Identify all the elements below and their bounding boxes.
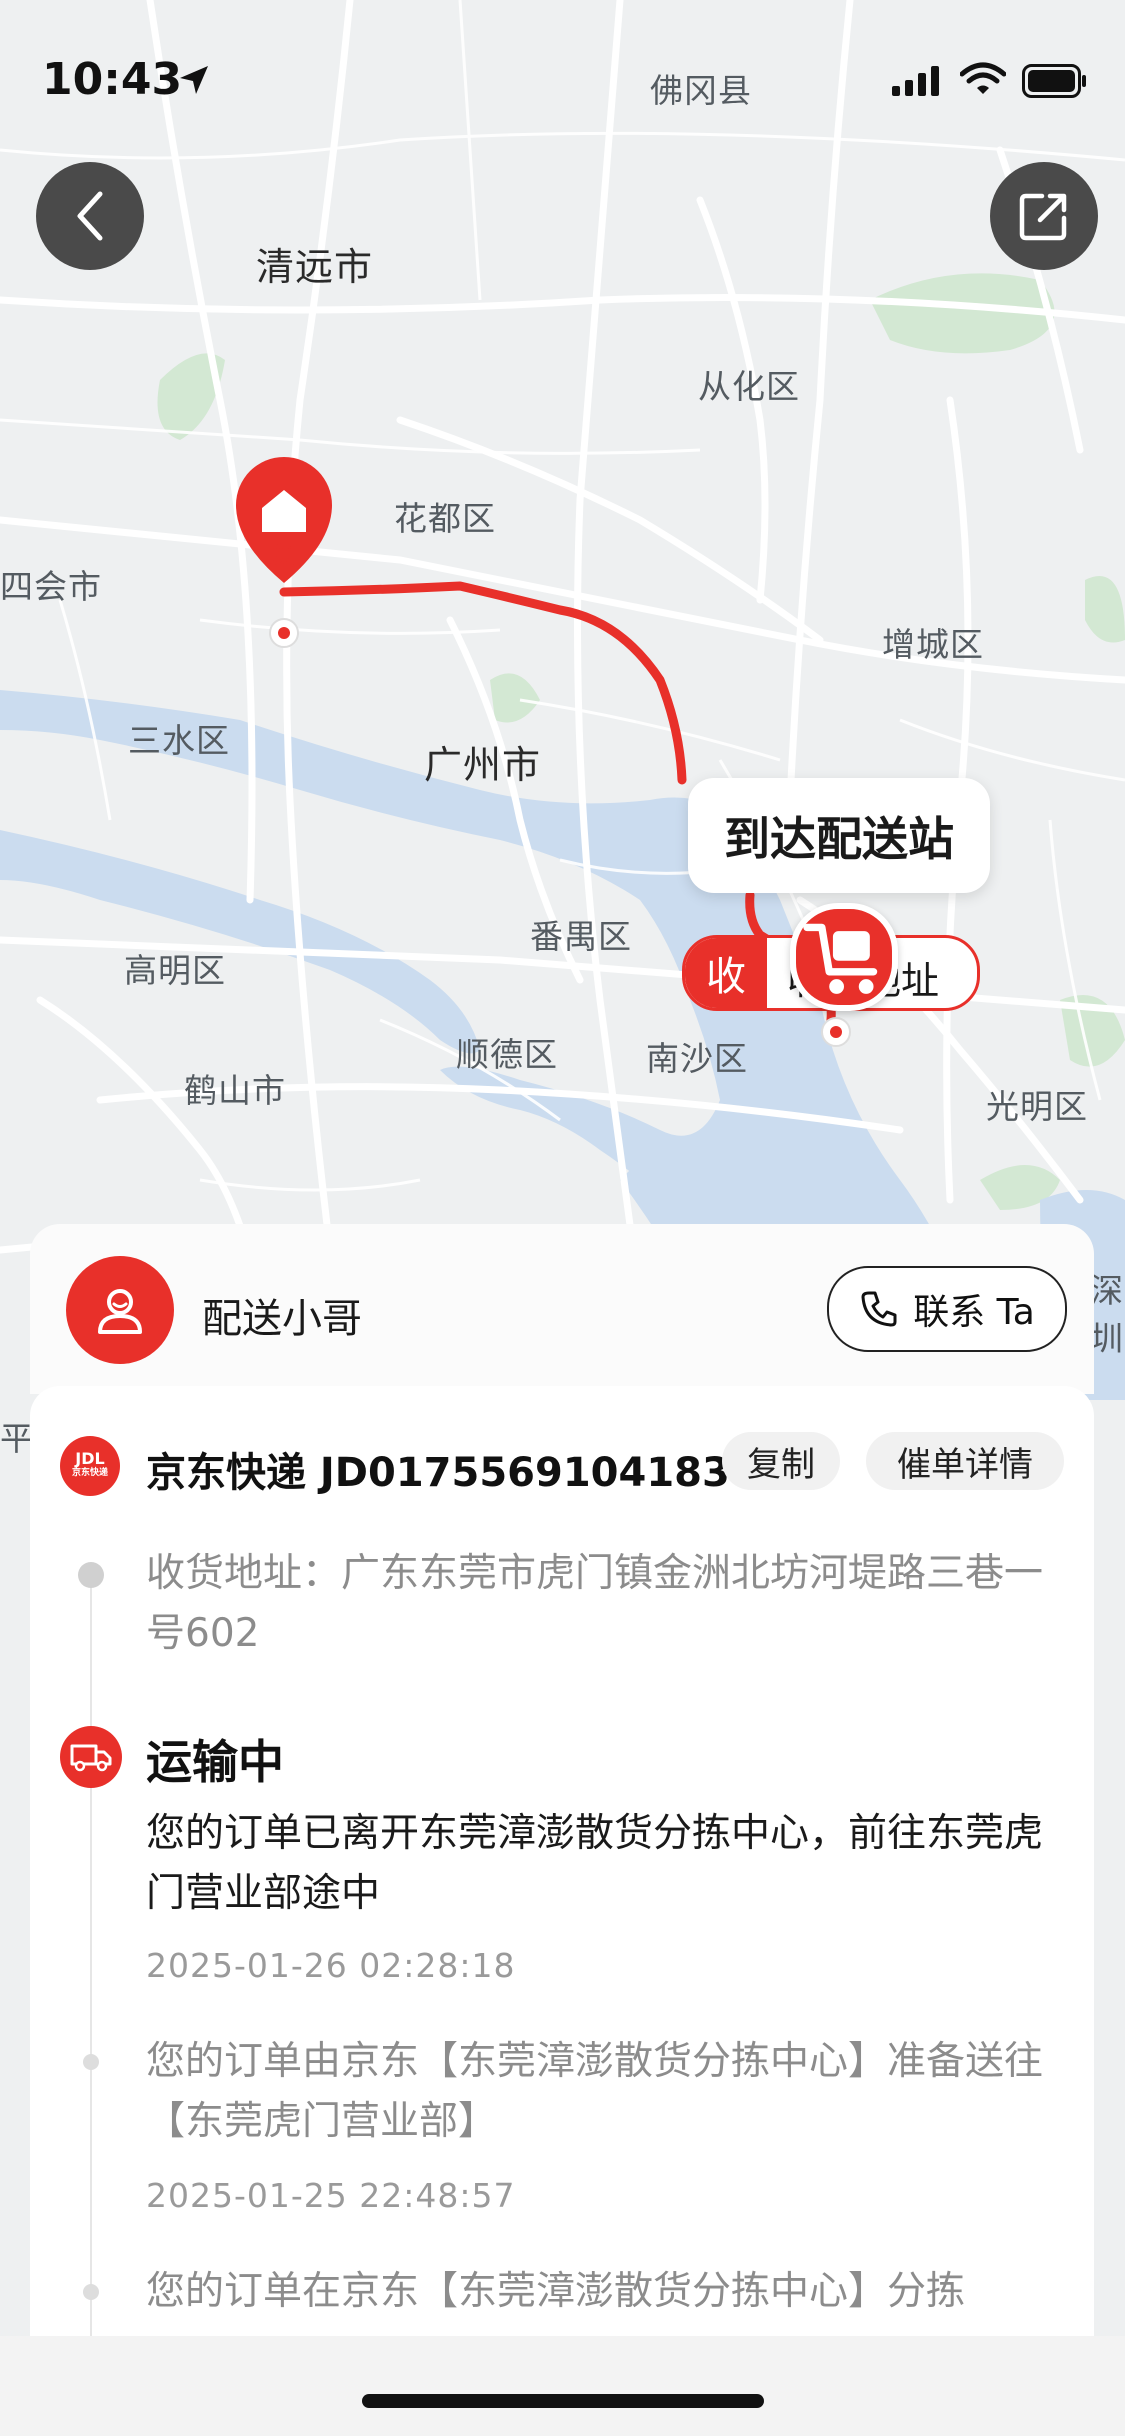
timeline-event-text: 您的订单在京东【东莞漳澎散货分拣中心】分拣 [146,2269,966,2314]
shipment-card: JDL 京东快递 京东快递 JD0175569104183 复制 催单详情 收货… [30,1386,1094,2336]
map-label: 高明区 [124,951,226,990]
map-label: 鹤山市 [184,1071,286,1110]
status-bar: 10:43 [0,0,1125,150]
timeline-event-text: 您的订单已离开东莞漳澎散货分拣中心，前往东莞虎门营业部途中 [146,1811,1044,1916]
carrier-tracking-number: 京东快递 JD0175569104183 [146,1450,730,1496]
battery-icon [1022,64,1086,98]
timeline-dot [78,1562,104,1588]
map-canvas[interactable] [0,0,1125,1400]
timeline-event-text: 您的订单由京东【东莞漳澎散货分拣中心】准备送往【东莞虎门营业部】 [146,2039,1044,2144]
map-label: 三水区 [128,721,230,760]
map-label: 顺德区 [456,1035,558,1074]
wifi-icon [960,62,1006,94]
location-arrow-icon [180,66,208,94]
map-label: 平 [0,1419,34,1458]
contact-courier-button[interactable]: 联系 Ta [827,1266,1067,1352]
contact-courier-label: 联系 Ta [913,1292,1035,1333]
clock: 10:43 [42,54,183,105]
jd-logistics-logo: JDL 京东快递 [60,1436,120,1496]
courier-panel: 配送小哥 联系 Ta [30,1224,1094,1394]
urge-details-button[interactable]: 催单详情 [866,1432,1064,1490]
timeline-dot [83,2054,99,2070]
phone-icon [861,1291,897,1327]
home-bar [0,2336,1125,2436]
timeline-event-time: 2025-01-26 02:28:18 [146,1946,516,1985]
map-label: 番禺区 [530,917,632,956]
map-label: 广州市 [424,743,542,787]
truck-icon [70,1744,112,1772]
back-button[interactable] [36,162,144,270]
courier-title: 配送小哥 [202,1296,362,1342]
map-label: 清远市 [256,245,374,289]
arrival-status-bubble: 到达配送站 [688,778,990,893]
shipment-status: 运输中 [146,1735,284,1789]
courier-person-icon [98,1289,142,1334]
timeline-dot [83,2284,99,2300]
map-label: 增城区 [882,625,984,664]
cellular-signal-icon [892,66,939,96]
map-label: 深圳 [1090,1271,1124,1358]
map-label: 花都区 [394,499,496,538]
share-icon [1019,193,1067,241]
delivery-truck-marker[interactable] [790,903,898,1011]
in-transit-icon [60,1726,122,1788]
origin-marker-label: 发 [270,542,294,570]
receiver-tag: 收 [685,938,767,1008]
map-label: 从化区 [698,367,800,406]
cart-icon [803,923,878,994]
map-label: 南沙区 [646,1039,748,1078]
copy-button[interactable]: 复制 [722,1432,840,1490]
timeline-event-time: 2025-01-25 22:48:57 [146,2176,516,2215]
map-label: 四会市 [0,567,102,606]
courier-avatar [66,1256,174,1364]
map-label: 光明区 [986,1087,1088,1126]
home-indicator[interactable] [362,2394,764,2408]
chevron-left-icon [77,191,103,241]
timeline-line [90,1586,92,2336]
map-view[interactable]: 佛冈县 清远市 从化区 花都区 四会市 增城区 三水区 广州市 番禺区 高明区 … [0,0,1125,1458]
delivery-address: 收货地址：广东东莞市虎门镇金洲北坊河堤路三巷一号602 [146,1551,1044,1656]
share-button[interactable] [990,162,1098,270]
